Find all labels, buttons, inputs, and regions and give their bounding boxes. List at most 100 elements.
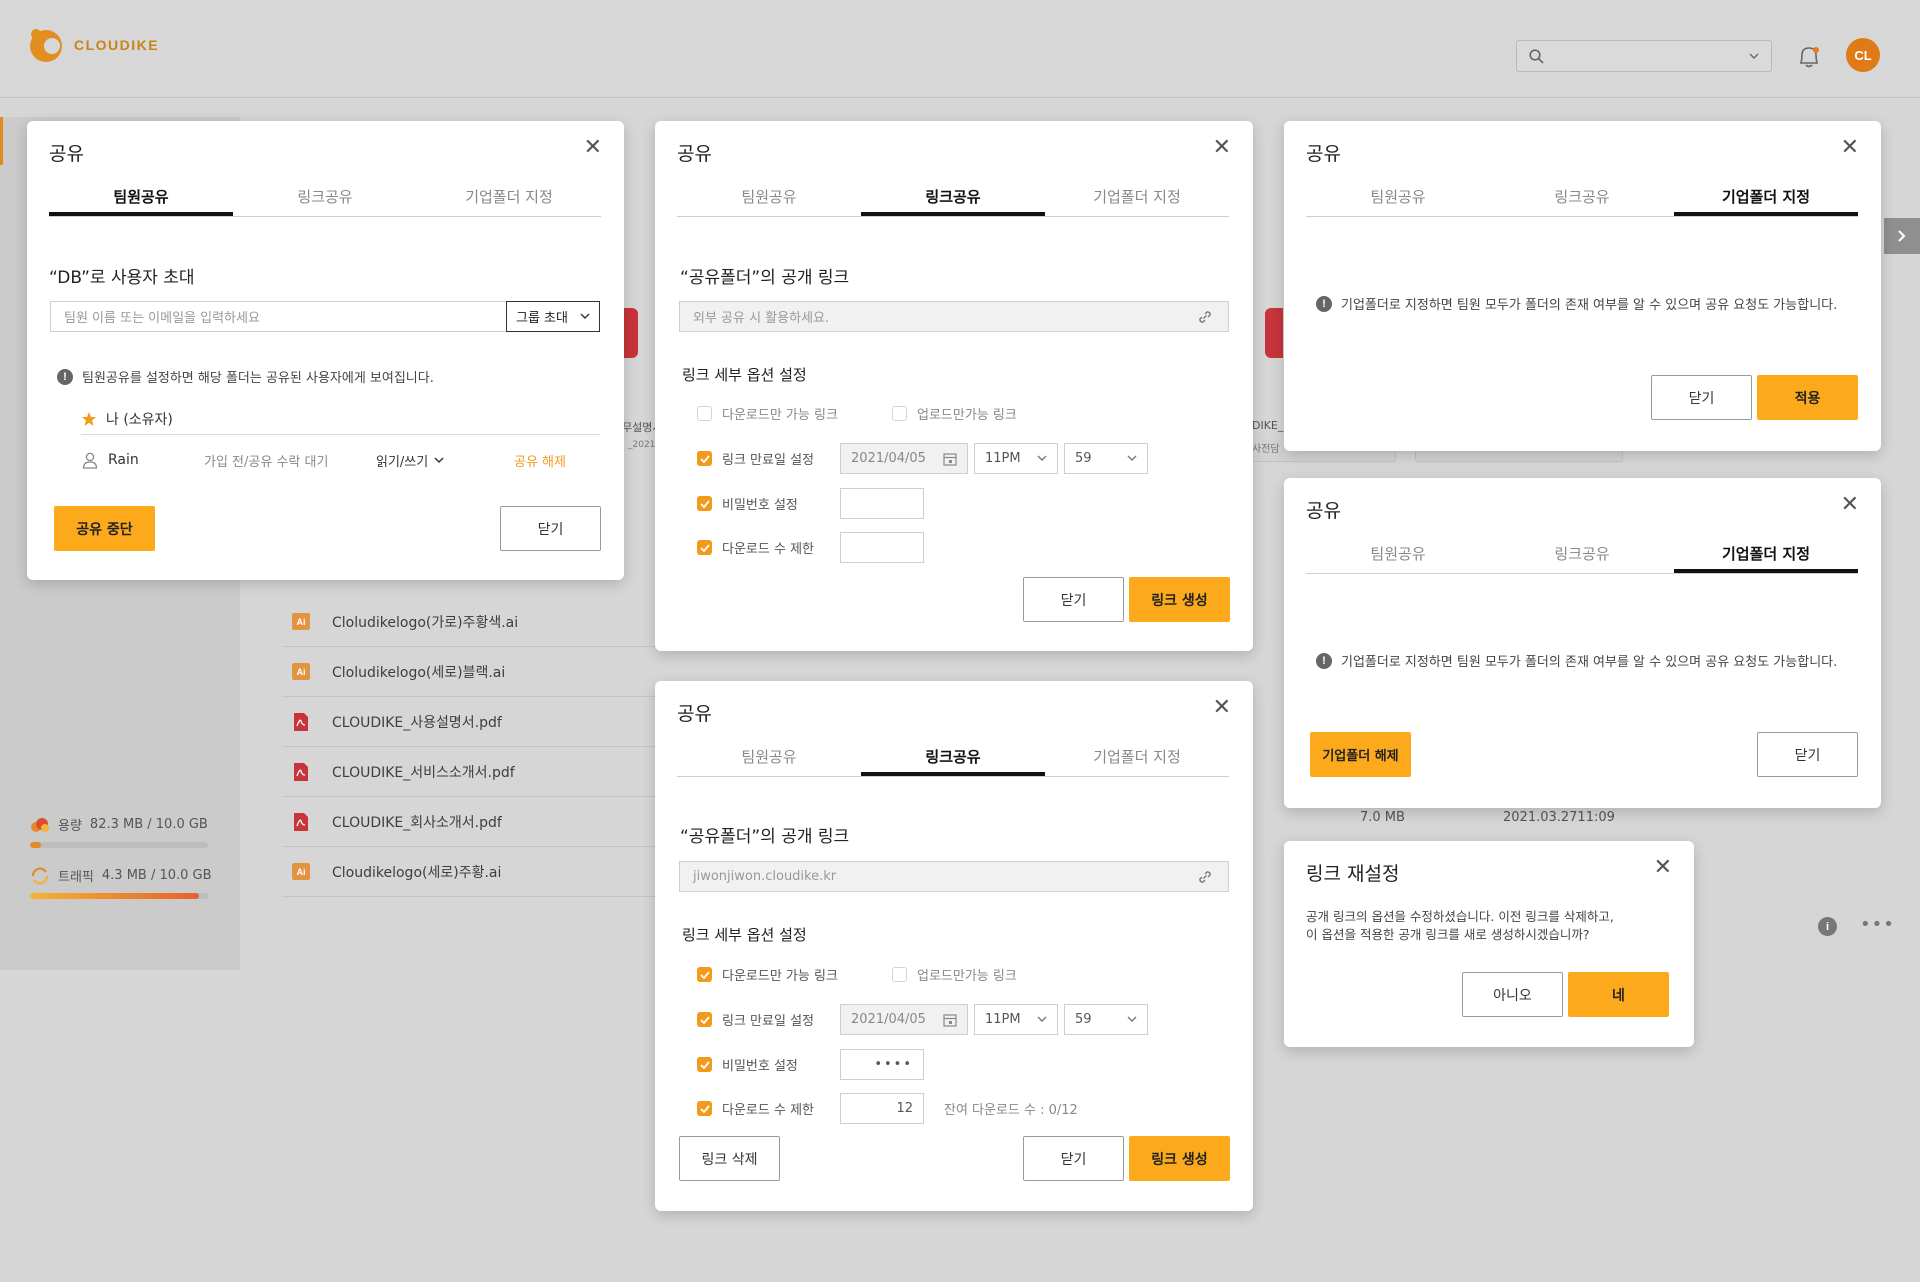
tab-link-share[interactable]: 링크공유 [1490, 179, 1674, 216]
close-button[interactable]: 닫기 [1651, 375, 1752, 420]
tab-corp-folder[interactable]: 기업폴더 지정 [1674, 179, 1858, 216]
download-limit-checkbox[interactable] [697, 540, 712, 555]
expiry-minute-select[interactable]: 59 [1064, 443, 1148, 474]
download-limit-input[interactable]: 12 [840, 1093, 924, 1124]
download-only-checkbox[interactable] [697, 406, 712, 421]
expiry-date-field[interactable]: 2021/04/05 [840, 443, 968, 474]
file-name: CLOUDIKE_사용설명서.pdf [332, 714, 502, 731]
expiry-checkbox[interactable] [697, 1012, 712, 1027]
expiry-option: 링크 만료일 설정 2021/04/05 11PM 59 [697, 443, 1148, 474]
expiry-label: 링크 만료일 설정 [722, 1014, 814, 1029]
panel-expand-button[interactable] [1884, 218, 1920, 254]
public-link-field[interactable]: jiwonjiwon.cloudike.kr [679, 861, 1229, 892]
tab-team-share[interactable]: 팀원공유 [677, 179, 861, 216]
download-limit-input[interactable] [840, 532, 924, 563]
public-link-field[interactable]: 외부 공유 시 활용하세요. [679, 301, 1229, 332]
yes-button[interactable]: 네 [1568, 972, 1669, 1017]
close-button[interactable]: 닫기 [1023, 577, 1124, 622]
search-box[interactable] [1516, 40, 1772, 72]
stop-share-button[interactable]: 공유 중단 [54, 506, 155, 551]
expiry-hour-select[interactable]: 11PM [974, 1004, 1058, 1035]
expiry-minute: 59 [1075, 451, 1092, 466]
link-icon[interactable] [1197, 309, 1213, 325]
info-icon[interactable]: i [1818, 917, 1837, 936]
password-checkbox[interactable] [697, 1057, 712, 1072]
close-icon[interactable]: ✕ [1841, 137, 1859, 159]
capacity-label: 용량 [58, 819, 82, 834]
tab-corp-folder[interactable]: 기업폴더 지정 [1045, 739, 1229, 776]
release-corp-folder-button[interactable]: 기업폴더 해제 [1310, 732, 1411, 777]
close-button[interactable]: 닫기 [500, 506, 601, 551]
member-name: Rain [108, 452, 139, 468]
star-icon [82, 411, 96, 426]
tab-corp-folder[interactable]: 기업폴더 지정 [417, 179, 601, 216]
bell-icon[interactable] [1797, 44, 1821, 70]
download-only-option[interactable]: 다운로드만 가능 링크 [697, 965, 838, 984]
delete-link-button[interactable]: 링크 삭제 [679, 1136, 780, 1181]
file-name: Cloludikelogo(가로)주황색.ai [332, 614, 519, 631]
download-only-checkbox[interactable] [697, 967, 712, 982]
more-icon[interactable]: ••• [1860, 914, 1895, 935]
upload-only-checkbox[interactable] [892, 967, 907, 982]
no-button[interactable]: 아니오 [1462, 972, 1563, 1017]
file-date: 2021.03.2711:09 [1503, 810, 1615, 825]
upload-only-checkbox[interactable] [892, 406, 907, 421]
tab-link-share[interactable]: 링크공유 [861, 179, 1045, 216]
tab-link-share[interactable]: 링크공유 [233, 179, 417, 216]
tab-team-share[interactable]: 팀원공유 [677, 739, 861, 776]
dialog-message-line: 이 옵션을 적용한 공개 링크를 새로 생성하시겠습니까? [1306, 927, 1590, 942]
avatar[interactable]: CL [1846, 38, 1880, 72]
close-icon[interactable]: ✕ [1213, 697, 1231, 719]
permission-select[interactable]: 읽기/쓰기 [376, 451, 514, 470]
password-input[interactable] [840, 488, 924, 519]
capacity-bar [30, 842, 208, 848]
expiry-minute-select[interactable]: 59 [1064, 1004, 1148, 1035]
close-button[interactable]: 닫기 [1023, 1136, 1124, 1181]
download-limit-label: 다운로드 수 제한 [722, 542, 814, 557]
chevron-down-icon[interactable] [1749, 53, 1759, 60]
invite-title: “DB”로 사용자 초대 [49, 268, 195, 288]
close-icon[interactable]: ✕ [1654, 857, 1672, 879]
close-icon[interactable]: ✕ [1841, 494, 1859, 516]
tab-link-share[interactable]: 링크공유 [1490, 536, 1674, 573]
link-icon[interactable] [1197, 869, 1213, 885]
tab-corp-folder[interactable]: 기업폴더 지정 [1045, 179, 1229, 216]
create-link-button[interactable]: 링크 생성 [1129, 1136, 1230, 1181]
share-modal-corp-release: 공유 ✕ 팀원공유 링크공유 기업폴더 지정 ! 기업폴더로 지정하면 팀원 모… [1284, 478, 1881, 808]
download-only-option[interactable]: 다운로드만 가능 링크 [697, 404, 838, 423]
download-limit-checkbox[interactable] [697, 1101, 712, 1116]
tab-link-share[interactable]: 링크공유 [861, 739, 1045, 776]
traffic-label: 트래픽 [58, 870, 94, 885]
group-invite-select[interactable]: 그룹 초대 [506, 301, 600, 332]
dialog-title: 링크 재설정 [1306, 863, 1400, 885]
upload-only-option[interactable]: 업로드만가능 링크 [892, 965, 1017, 984]
options-title: 링크 세부 옵션 설정 [682, 366, 807, 384]
tab-team-share[interactable]: 팀원공유 [1306, 536, 1490, 573]
upload-only-option[interactable]: 업로드만가능 링크 [892, 404, 1017, 423]
corp-notice-text: 기업폴더로 지정하면 팀원 모두가 폴더의 존재 여부를 알 수 있으며 공유 … [1341, 298, 1838, 313]
refresh-icon [31, 867, 49, 884]
close-icon[interactable]: ✕ [584, 137, 602, 159]
corp-notice-text: 기업폴더로 지정하면 팀원 모두가 폴더의 존재 여부를 알 수 있으며 공유 … [1341, 655, 1838, 670]
tab-team-share[interactable]: 팀원공유 [1306, 179, 1490, 216]
tab-corp-folder[interactable]: 기업폴더 지정 [1674, 536, 1858, 573]
unshare-link[interactable]: 공유 해제 [514, 451, 566, 470]
member-status: 가입 전/공유 수락 대기 [204, 454, 329, 470]
password-input[interactable]: •••• [840, 1049, 924, 1080]
check-icon [699, 499, 710, 508]
tab-team-share[interactable]: 팀원공유 [49, 179, 233, 216]
expiry-hour-select[interactable]: 11PM [974, 443, 1058, 474]
expiry-checkbox[interactable] [697, 451, 712, 466]
team-notice: ! 팀원공유를 설정하면 해당 폴더는 공유된 사용자에게 보여집니다. [57, 367, 434, 386]
invite-input[interactable]: 팀원 이름 또는 이메일을 입력하세요 [50, 301, 508, 332]
cloudike-logo-icon [30, 29, 62, 62]
traffic-bar-fill [30, 893, 200, 899]
expiry-date-field[interactable]: 2021/04/05 [840, 1004, 968, 1035]
create-link-button[interactable]: 링크 생성 [1129, 577, 1230, 622]
password-checkbox[interactable] [697, 496, 712, 511]
close-icon[interactable]: ✕ [1213, 137, 1231, 159]
share-modal-corp-apply: 공유 ✕ 팀원공유 링크공유 기업폴더 지정 ! 기업폴더로 지정하면 팀원 모… [1284, 121, 1881, 451]
close-button[interactable]: 닫기 [1757, 732, 1858, 777]
apply-button[interactable]: 적용 [1757, 375, 1858, 420]
brand-logo[interactable]: CLOUDIKE [28, 26, 159, 64]
